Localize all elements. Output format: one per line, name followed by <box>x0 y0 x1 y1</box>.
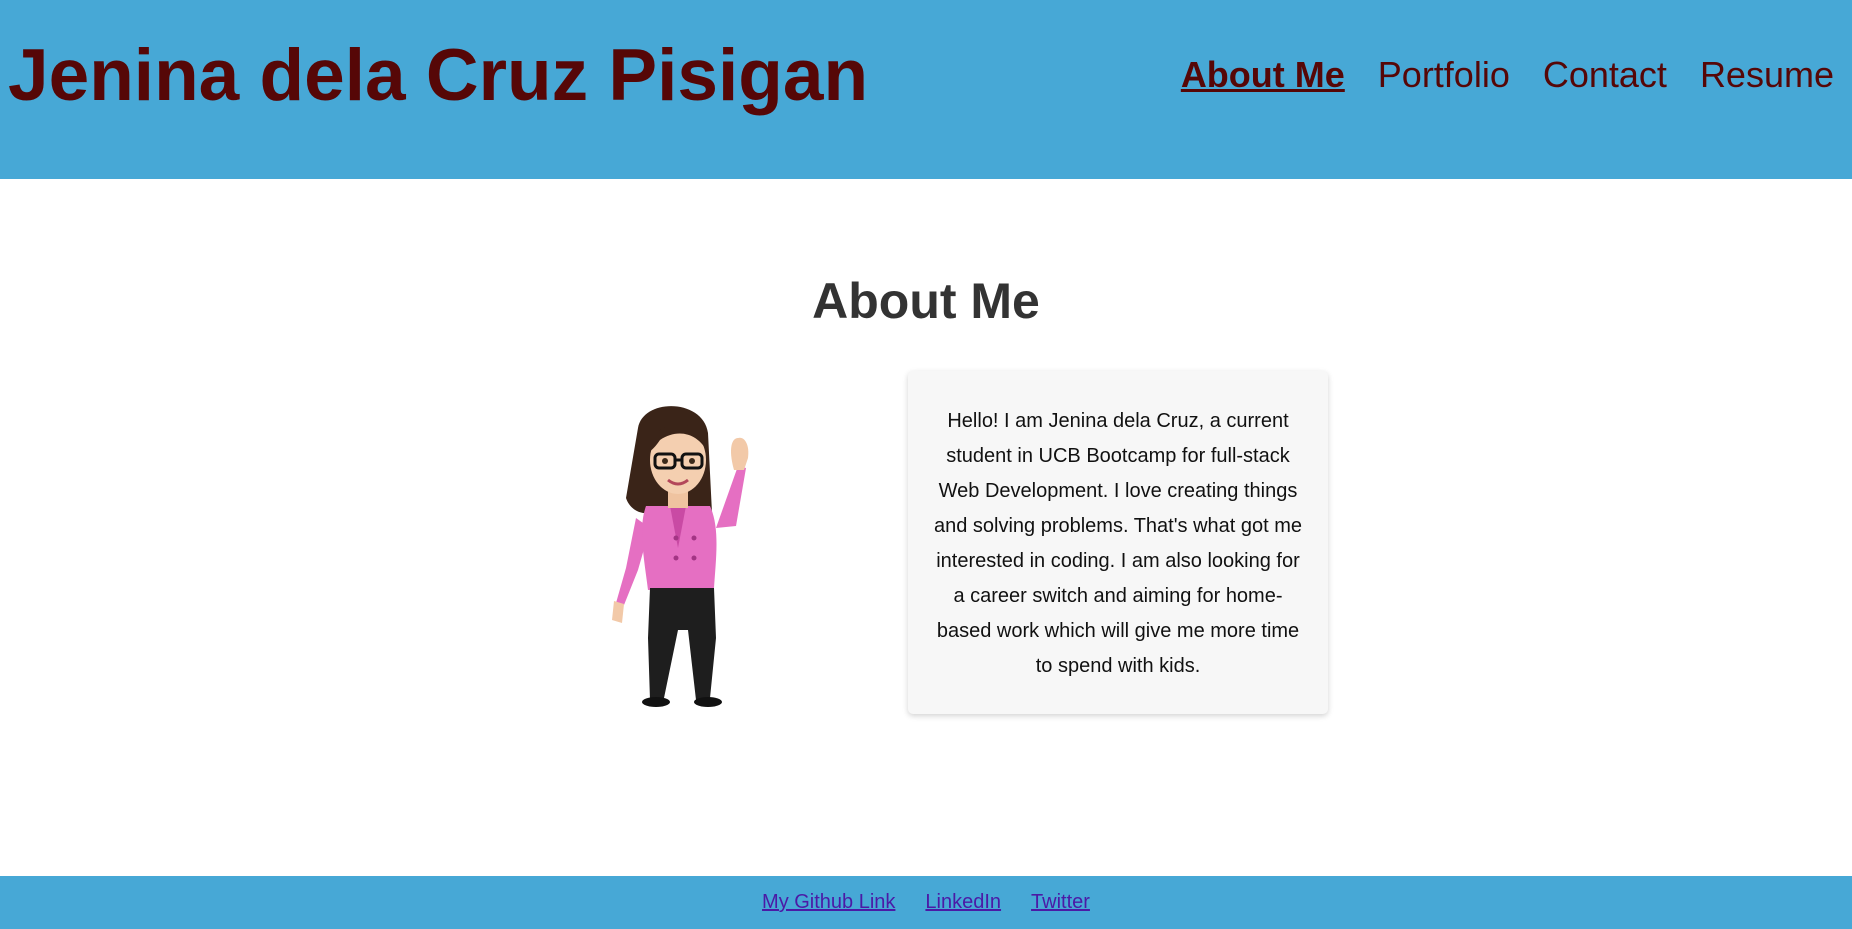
section-title: About Me <box>812 273 1040 329</box>
nav-about-me[interactable]: About Me <box>1181 52 1345 98</box>
site-header: Jenina dela Cruz Pisigan About Me Portfo… <box>0 0 1852 179</box>
waving-avatar-icon <box>612 406 749 707</box>
linkedin-link[interactable]: LinkedIn <box>925 876 1001 929</box>
main-nav: About Me Portfolio Contact Resume <box>1181 52 1834 98</box>
twitter-link[interactable]: Twitter <box>1031 876 1090 929</box>
github-link[interactable]: My Github Link <box>762 876 895 929</box>
site-title: Jenina dela Cruz Pisigan <box>8 35 869 116</box>
nav-contact[interactable]: Contact <box>1543 52 1667 98</box>
bio-card: Hello! I am Jenina dela Cruz, a current … <box>908 371 1328 714</box>
nav-resume[interactable]: Resume <box>1700 52 1834 98</box>
site-footer: My Github Link LinkedIn Twitter <box>0 876 1852 929</box>
nav-portfolio[interactable]: Portfolio <box>1378 52 1510 98</box>
bio-text: Hello! I am Jenina dela Cruz, a current … <box>933 410 1303 677</box>
